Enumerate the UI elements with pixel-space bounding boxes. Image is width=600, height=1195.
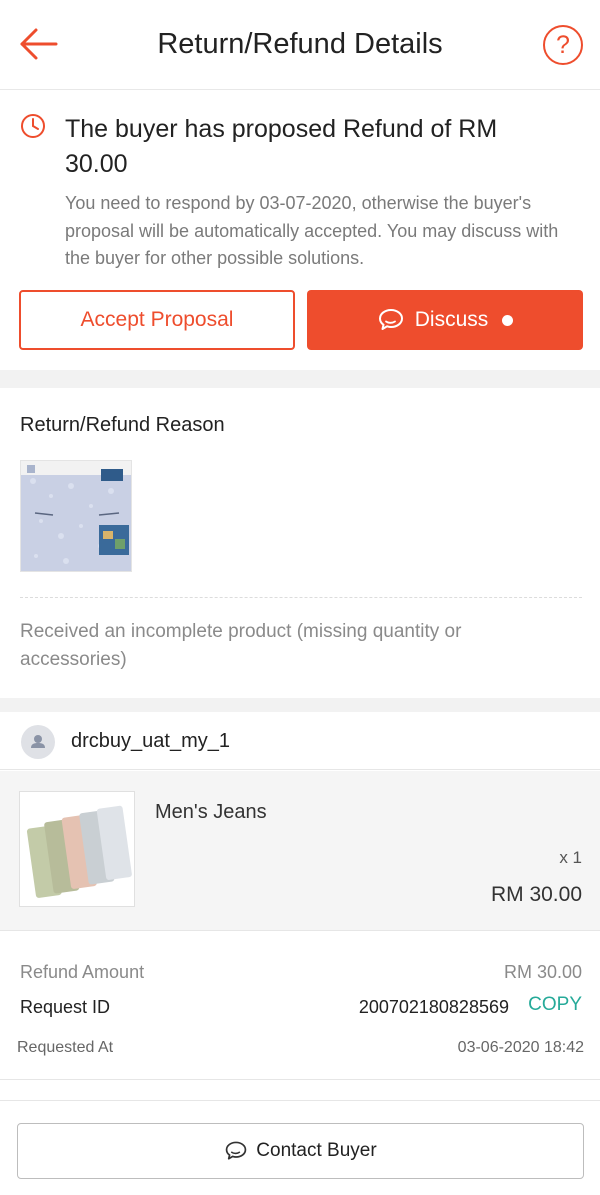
contact-buyer-label: Contact Buyer	[256, 1140, 377, 1161]
product-image[interactable]	[19, 791, 135, 907]
reason-section: Return/Refund Reason Received an incompl…	[0, 388, 600, 698]
section-divider	[0, 1081, 600, 1101]
discuss-label: Discuss	[414, 308, 489, 331]
copy-button[interactable]: COPY	[528, 994, 582, 1016]
chat-bubble-icon	[378, 309, 403, 330]
product-name: Men's Jeans	[155, 801, 267, 823]
request-id-label: Request ID	[20, 997, 111, 1017]
proposal-description: You need to respond by 03-07-2020, other…	[65, 193, 559, 268]
buyer-row[interactable]: drcbuy_uat_my_1	[0, 712, 600, 770]
notification-dot	[502, 314, 514, 326]
refund-amount-label: Refund Amount	[20, 962, 145, 982]
refund-amount-value: RM 30.00	[503, 962, 582, 982]
accept-proposal-button[interactable]: Accept Proposal	[19, 290, 295, 350]
clock-icon	[21, 114, 45, 138]
section-divider	[0, 698, 600, 712]
avatar	[21, 725, 55, 759]
chat-bubble-icon	[226, 1141, 247, 1160]
contact-buyer-button[interactable]: Contact Buyer	[17, 1123, 584, 1179]
page-title: Return/Refund Details	[157, 28, 443, 60]
app-header: Return/Refund Details ?	[0, 0, 600, 90]
buyer-username: drcbuy_uat_my_1	[71, 730, 230, 752]
user-icon	[31, 735, 45, 748]
proposal-title: The buyer has proposed Refund of RM 30.0…	[65, 115, 498, 178]
reason-title: Return/Refund Reason	[20, 414, 225, 436]
reason-text: Received an incomplete product (missing …	[20, 621, 462, 670]
proposal-section: The buyer has proposed Refund of RM 30.0…	[0, 90, 600, 370]
refund-summary: Refund Amount RM 30.00 Request ID 200702…	[0, 932, 600, 1080]
product-quantity: x 1	[559, 848, 582, 867]
discuss-button[interactable]: Discuss	[307, 290, 583, 350]
product-row: Men's Jeans x 1 RM 30.00	[0, 771, 600, 931]
product-price: RM 30.00	[490, 883, 582, 906]
help-icon[interactable]: ?	[543, 25, 583, 65]
request-id-value: 200702180828569	[358, 997, 509, 1017]
evidence-photo[interactable]	[20, 460, 132, 572]
requested-at-label: Requested At	[17, 1039, 114, 1056]
footer-bar: Contact Buyer	[0, 1101, 600, 1195]
section-divider	[0, 370, 600, 388]
dashed-divider	[20, 597, 582, 598]
requested-at-value: 03-06-2020 18:42	[457, 1039, 584, 1056]
